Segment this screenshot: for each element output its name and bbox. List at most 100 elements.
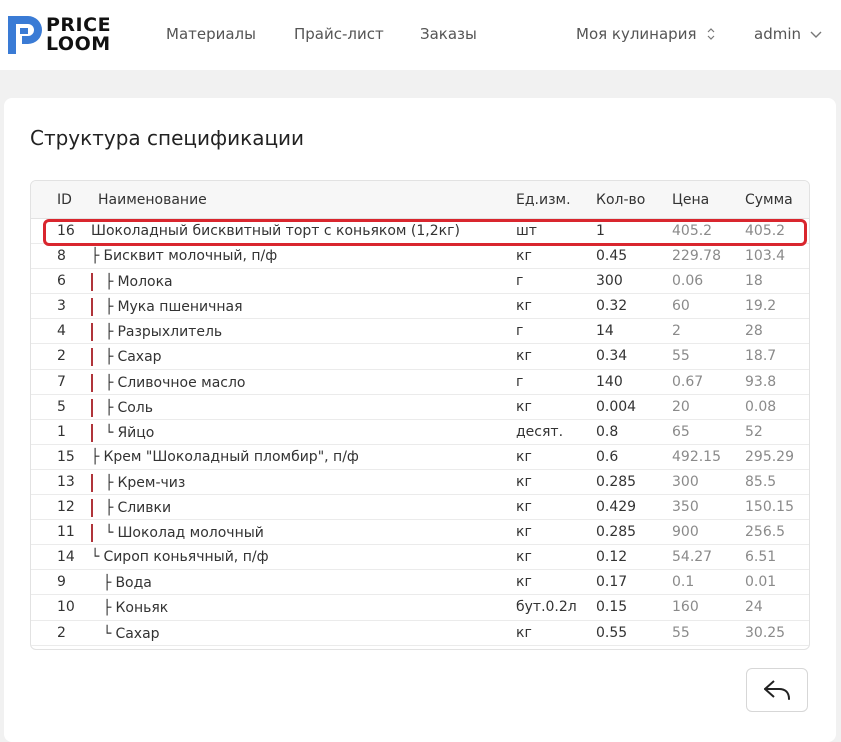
tree-guide-line	[91, 625, 93, 643]
cell-qty: 0.285	[596, 524, 637, 541]
cell-id: 7	[57, 373, 66, 390]
tree-branch-glyph: ├	[105, 474, 114, 491]
cell-unit: бут.0.2л	[516, 599, 577, 616]
cell-unit: кг	[516, 398, 532, 415]
tree-branch-glyph: ├	[91, 448, 100, 465]
table-row[interactable]: 16 Шоколадный бисквитный торт с коньяком …	[31, 219, 809, 245]
item-name: Яйцо	[117, 424, 155, 441]
tree-branch-glyph: ├	[105, 349, 114, 366]
cell-sum: 18.7	[745, 348, 777, 365]
cell-name: ├ Сливочное масло	[91, 373, 245, 392]
back-button[interactable]	[746, 668, 808, 712]
tree-branch-glyph: ├	[91, 248, 100, 265]
tree-branch-glyph: ├	[105, 324, 114, 341]
chevron-down-icon	[810, 31, 822, 38]
cell-sum: 0.08	[745, 398, 777, 415]
cell-unit: г	[516, 273, 524, 290]
item-name: Бисквит молочный, п/ф	[103, 248, 278, 265]
table-row[interactable]: 14 └ Сироп коньячный, п/ф кг 0.12 54.27 6.51	[31, 545, 809, 571]
table-row[interactable]: 8 ├ Бисквит молочный, п/ф кг 0.45 229.78 103.4	[31, 244, 809, 270]
table-row[interactable]: 9 ├ Вода кг 0.17 0.1 0.01	[31, 570, 809, 596]
tree-branch-glyph: ├	[103, 575, 112, 592]
cell-price: 55	[672, 348, 690, 365]
table-row[interactable]: 11 └ Шоколад молочный кг 0.285 900 256.5	[31, 520, 809, 546]
cell-sum: 19.2	[745, 298, 777, 315]
specification-table: ID Наименование Ед.изм. Кол-во Цена Сумм…	[30, 180, 810, 650]
top-navbar: PRICE LOOM Материалы Прайс-лист Заказы М…	[0, 0, 841, 70]
cell-id: 9	[57, 574, 66, 591]
cell-unit: кг	[516, 348, 532, 365]
cell-qty: 0.55	[596, 624, 628, 641]
cell-name: └ Сироп коньячный, п/ф	[91, 549, 269, 565]
table-row[interactable]: 6 ├ Молока г 300 0.06 18	[31, 269, 809, 295]
cell-id: 13	[57, 473, 75, 490]
table-row[interactable]: 1 └ Яйцо десят. 0.8 65 52	[31, 420, 809, 445]
tree-branch-glyph: ├	[105, 374, 114, 391]
table-row[interactable]: 15 ├ Крем "Шоколадный пломбир", п/ф кг 0.6 49…	[31, 445, 809, 470]
cell-sum: 0.01	[745, 574, 777, 591]
cell-qty: 0.12	[596, 549, 628, 566]
cell-id: 4	[57, 323, 66, 340]
table-row[interactable]: 13 ├ Крем-чиз кг 0.285 300 85.5	[31, 470, 809, 496]
table-row[interactable]: 5 ├ Соль кг 0.004 20 0.08	[31, 395, 809, 420]
cell-price: 300	[672, 473, 699, 490]
cell-unit: г	[516, 373, 524, 390]
cell-id: 15	[57, 448, 75, 465]
nav-pricelist-link[interactable]: Прайс-лист	[294, 25, 384, 43]
table-row[interactable]: 12 ├ Сливки кг 0.429 350 150.15	[31, 495, 809, 521]
cell-name: ├ Разрыхлитель	[91, 323, 222, 342]
cell-sum: 28	[745, 323, 763, 340]
cell-price: 900	[672, 524, 699, 541]
cell-id: 10	[57, 599, 75, 616]
cell-qty: 0.45	[596, 248, 628, 265]
tree-guide-line	[91, 298, 93, 317]
cell-price: 55	[672, 624, 690, 641]
cell-price: 229.78	[672, 248, 721, 265]
cell-name: ├ Вода	[91, 574, 152, 592]
cell-name: ├ Коньяк	[91, 599, 168, 617]
table-row[interactable]: 3 ├ Мука пшеничная кг 0.32 60 19.2	[31, 294, 809, 320]
tree-guide-line	[91, 398, 93, 417]
cell-unit: кг	[516, 473, 532, 490]
tree-guide-line	[91, 323, 93, 342]
header-name: Наименование	[98, 192, 207, 208]
cell-price: 65	[672, 423, 690, 440]
tree-branch-glyph: ├	[103, 600, 112, 617]
organization-name: Моя кулинария	[576, 25, 697, 43]
tree-branch-glyph: ├	[105, 274, 114, 291]
cell-sum: 103.4	[745, 248, 786, 265]
cell-name: ├ Соль	[91, 398, 153, 417]
cell-qty: 0.6	[596, 448, 619, 465]
cell-id: 1	[57, 423, 66, 440]
table-row[interactable]: 7 ├ Сливочное масло г 140 0.67 93.8	[31, 370, 809, 395]
table-row[interactable]: 2 ├ Сахар кг 0.34 55 18.7	[31, 344, 809, 370]
table-row[interactable]: 10 ├ Коньяк бут.0.2л 0.15 160 24	[31, 595, 809, 621]
cell-sum: 18	[745, 273, 763, 290]
item-name: Крем-чиз	[117, 474, 186, 491]
priceloom-logo[interactable]: PRICE LOOM	[6, 14, 116, 56]
item-name: Сахар	[115, 625, 160, 642]
tree-guide-line	[91, 348, 93, 367]
cell-name: ├ Мука пшеничная	[91, 298, 243, 317]
table-row[interactable]: 2 └ Сахар кг 0.55 55 30.25	[31, 621, 809, 646]
tree-branch-glyph: ├	[105, 399, 114, 416]
tree-guide-line	[91, 524, 93, 543]
cell-qty: 1	[596, 223, 605, 239]
cell-price: 350	[672, 499, 699, 516]
user-menu[interactable]: admin	[754, 25, 823, 43]
username: admin	[754, 25, 801, 43]
cell-unit: кг	[516, 624, 532, 641]
table-row[interactable]: 4 ├ Разрыхлитель г 14 2 28	[31, 319, 809, 345]
undo-arrow-icon	[764, 680, 790, 700]
item-name: Сахар	[117, 349, 162, 366]
cell-id: 5	[57, 398, 66, 415]
cell-sum: 295.29	[745, 448, 794, 465]
cell-unit: г	[516, 323, 524, 340]
cell-qty: 0.004	[596, 398, 637, 415]
organization-select[interactable]: Моя кулинария	[576, 25, 716, 43]
tree-branch-glyph: └	[103, 625, 112, 642]
nav-orders-link[interactable]: Заказы	[420, 25, 477, 43]
table-body: 16 Шоколадный бисквитный торт с коньяком …	[31, 219, 809, 646]
nav-materials-link[interactable]: Материалы	[166, 25, 256, 43]
cell-sum: 85.5	[745, 473, 777, 490]
